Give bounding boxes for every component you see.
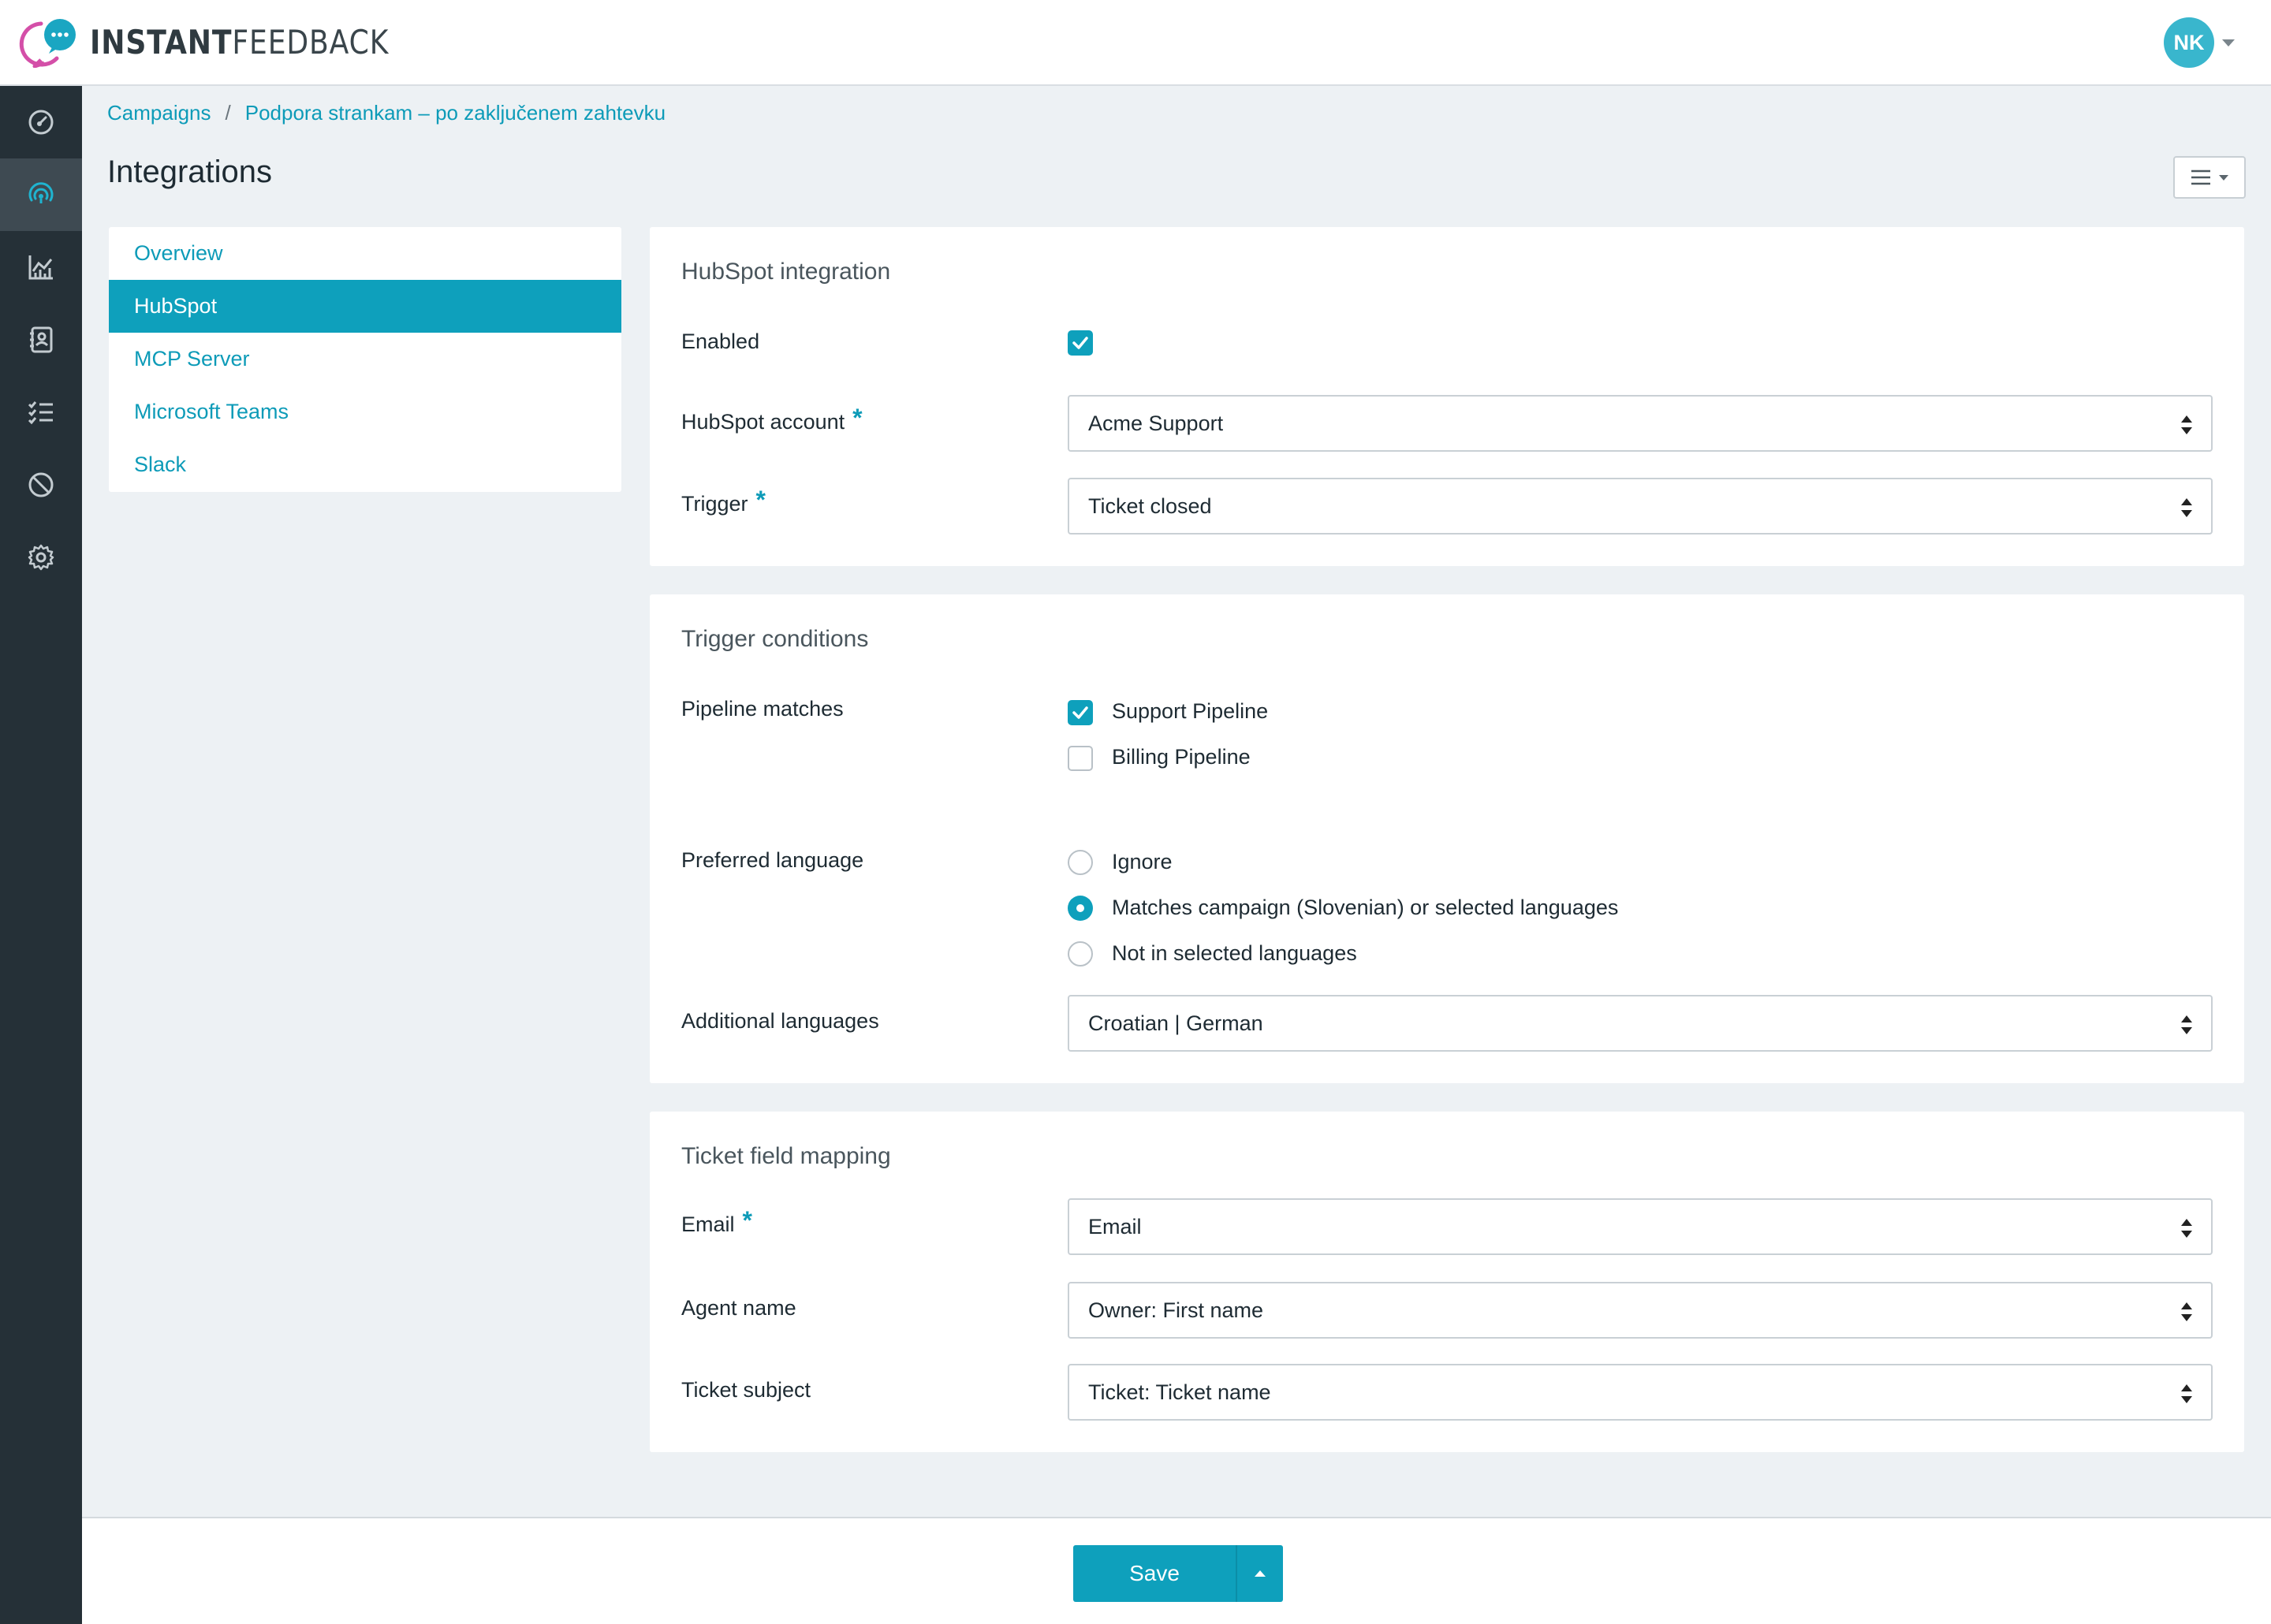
email-select[interactable]: Email [1068,1198,2213,1255]
enabled-label: Enabled [681,330,760,353]
agent-name-label: Agent name [681,1296,796,1320]
checkmark-icon [1072,706,1088,719]
sidebar-item-contacts[interactable] [0,304,82,376]
trigger-label: Trigger * [681,486,766,516]
additional-languages-select[interactable]: Croatian | German [1068,995,2213,1052]
select-arrows-icon [2181,1384,2192,1403]
support-pipeline-checkbox[interactable] [1068,700,1093,725]
breadcrumb-separator: / [225,101,231,125]
required-marker: * [742,1206,752,1235]
agent-name-select[interactable]: Owner: First name [1068,1282,2213,1339]
broadcast-icon [28,182,54,203]
select-arrows-icon [2181,498,2192,517]
language-ignore-label[interactable]: Ignore [1112,850,1173,874]
select-arrows-icon [2181,415,2192,434]
top-bar: INSTANTFEEDBACK NK [0,0,2271,86]
select-arrows-icon [2181,1219,2192,1238]
subnav-item-microsoft-teams[interactable]: Microsoft Teams [109,386,621,438]
email-label: Email * [681,1206,752,1236]
avatar[interactable]: NK [2164,17,2214,68]
brand-name: INSTANTFEEDBACK [90,23,390,61]
enabled-checkbox[interactable] [1068,330,1093,356]
sidebar-item-analytics[interactable] [0,231,82,304]
sidebar-item-blocked[interactable] [0,449,82,521]
required-marker: * [852,404,863,432]
sidebar-item-campaigns[interactable] [0,158,82,231]
ticket-field-mapping-panel: Ticket field mapping Email * Email Agent … [650,1112,2244,1452]
language-not-in-radio[interactable] [1068,941,1093,967]
panel-title: Trigger conditions [681,626,869,652]
subnav-item-slack[interactable]: Slack [109,438,621,491]
save-button[interactable]: Save [1073,1545,1236,1602]
user-menu[interactable]: NK [2164,17,2235,68]
contacts-icon [30,326,53,353]
options-menu-button[interactable] [2173,156,2246,199]
footer-bar: Save [82,1517,2271,1624]
language-ignore-radio[interactable] [1068,850,1093,875]
ticket-subject-label: Ticket subject [681,1378,811,1402]
billing-pipeline-checkbox[interactable] [1068,746,1093,771]
support-pipeline-label[interactable]: Support Pipeline [1112,699,1268,724]
panel-title: Ticket field mapping [681,1143,891,1169]
trigger-conditions-panel: Trigger conditions Pipeline matches Supp… [650,594,2244,1083]
subnav-item-overview[interactable]: Overview [109,227,621,280]
chevron-down-icon [2222,39,2235,47]
integrations-subnav: Overview HubSpot MCP Server Microsoft Te… [109,227,621,492]
trigger-select[interactable]: Ticket closed [1068,478,2213,535]
main-sidebar [0,86,82,1624]
billing-pipeline-label[interactable]: Billing Pipeline [1112,745,1251,769]
breadcrumb: Campaigns / Podpora strankam – po zaklju… [107,101,666,125]
chat-bubble-logo-icon [17,17,79,69]
app-logo[interactable]: INSTANTFEEDBACK [17,17,438,69]
additional-languages-label: Additional languages [681,1009,879,1033]
sidebar-item-checklist[interactable] [0,376,82,449]
ticket-subject-select[interactable]: Ticket: Ticket name [1068,1364,2213,1421]
block-icon [28,472,54,497]
select-arrows-icon [2181,1015,2192,1034]
gear-icon [28,544,54,571]
checklist-icon [28,401,53,425]
hubspot-account-label: HubSpot account * [681,404,863,434]
preferred-language-label: Preferred language [681,848,864,872]
analytics-icon [28,255,53,280]
panel-title: HubSpot integration [681,259,891,285]
subnav-item-mcp-server[interactable]: MCP Server [109,333,621,386]
hubspot-integration-panel: HubSpot integration Enabled HubSpot acco… [650,227,2244,566]
language-matches-label[interactable]: Matches campaign (Slovenian) or selected… [1112,896,1618,920]
sidebar-item-settings[interactable] [0,521,82,594]
hubspot-account-select[interactable]: Acme Support [1068,395,2213,452]
language-matches-radio[interactable] [1068,896,1093,921]
save-options-dropdown-button[interactable] [1236,1545,1283,1602]
select-arrows-icon [2181,1302,2192,1321]
sidebar-item-dashboard[interactable] [0,86,82,158]
dashboard-icon [28,110,54,135]
chevron-down-icon [2219,174,2228,181]
page-title: Integrations [107,155,273,189]
checkmark-icon [1072,337,1088,349]
breadcrumb-campaign-link[interactable]: Podpora strankam – po zaključenem zahtev… [245,101,666,125]
language-not-in-label[interactable]: Not in selected languages [1112,941,1357,966]
breadcrumb-campaigns-link[interactable]: Campaigns [107,101,211,125]
subnav-item-hubspot[interactable]: HubSpot [109,280,621,333]
required-marker: * [755,486,766,514]
pipeline-matches-label: Pipeline matches [681,697,844,721]
hamburger-icon [2191,169,2210,185]
